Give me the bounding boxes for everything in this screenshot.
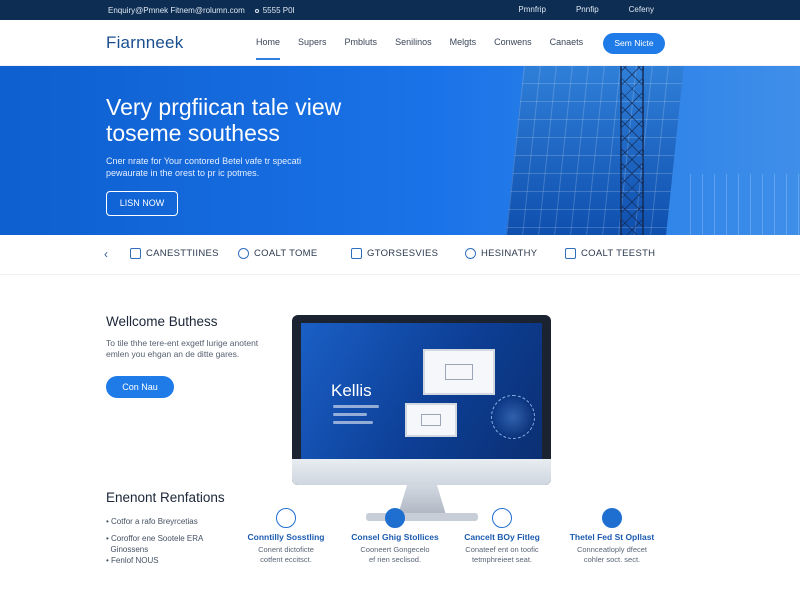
chevron-left-icon[interactable]: ‹ — [104, 247, 108, 261]
feature-label-3: GTORSESVIES — [367, 248, 439, 259]
building-glass — [506, 66, 684, 235]
nav-cta-button[interactable]: Sem Nicte — [603, 33, 665, 54]
welcome-text: To tile thhe tere-ent exgetf lurige anot… — [106, 338, 286, 360]
link-icon — [465, 248, 476, 259]
solution-card-2[interactable]: Consel Ghig Stollices Cooneert Gongecelo… — [345, 508, 445, 565]
card-desc: Conent dictoficte cotfent eccitsct. — [258, 545, 314, 564]
building-wing-image — [690, 174, 800, 235]
card-title: Conntilly Sosstling — [247, 532, 325, 542]
hero-title-line1: Very prgfiican tale view — [106, 94, 342, 120]
feature-strip: ‹ CANESTTIINES COALT TOME GTORSESVIES HE… — [0, 235, 800, 275]
envelope-icon — [445, 363, 473, 381]
screen-window-back — [423, 349, 495, 395]
screen-window-front — [405, 403, 457, 437]
utility-links: Pmnfrip Pnnfip Cefeny — [518, 5, 654, 14]
card-title: Consel Ghig Stollices — [351, 532, 439, 542]
globe-icon — [276, 508, 296, 528]
document-icon — [130, 248, 141, 259]
hero-subtitle-line2: pewaurate in the orest to pr ic potmes. — [106, 168, 260, 178]
hero-banner: Very prgfiican tale view toseme southess… — [0, 66, 800, 235]
hero-subtitle: Cner nrate for Your contored Betel vafe … — [106, 155, 396, 179]
nav-item-3[interactable]: Pmbluts — [345, 37, 378, 47]
crane-tower-image — [620, 66, 644, 235]
feature-item-2[interactable]: COALT TOME — [238, 248, 318, 259]
welcome-button[interactable]: Con Nau — [106, 376, 174, 398]
phone-icon — [238, 248, 249, 259]
feature-item-3[interactable]: GTORSESVIES — [351, 248, 438, 259]
hero-subtitle-line1: Cner nrate for Your contored Betel vafe … — [106, 156, 302, 166]
hero-title: Very prgfiican tale view toseme southess — [106, 94, 436, 146]
site-logo[interactable]: Fiarnneek — [106, 33, 183, 53]
clipboard-icon — [351, 248, 362, 259]
feature-label-4: HESINATHY — [481, 248, 538, 259]
nav-item-4[interactable]: Senilinos — [395, 37, 432, 47]
feature-label-5: COALT TEESTH — [581, 248, 656, 259]
solution-card-4[interactable]: Thetel Fed St Opllast Connceatloply dfec… — [562, 508, 662, 565]
card-desc: Connceatloply dfecet cohler soct. sect. — [576, 545, 648, 564]
main-navbar: Fiarnneek Home Supers Pmbluts Senilinos … — [0, 20, 800, 66]
hero-title-line2: toseme southess — [106, 120, 280, 146]
location-icon — [492, 508, 512, 528]
feature-item-1[interactable]: CANESTTIINES — [130, 248, 219, 259]
monitor-illustration: Kellis — [292, 315, 551, 521]
utility-link-1[interactable]: Pmnfrip — [518, 5, 546, 14]
contact-info: Enquiry@Pmnek Fitnem@rolumn.com 5555 P0I — [108, 6, 295, 15]
envelope-icon — [421, 414, 441, 426]
nav-item-7[interactable]: Canaets — [550, 37, 584, 47]
welcome-text-line2: emlen you ehgan an de ditte gares. — [106, 349, 240, 359]
screen-text-line — [333, 413, 367, 416]
solutions-title: Enenont Renfations — [106, 490, 225, 505]
globe-icon — [491, 395, 535, 439]
screen-text-line — [333, 421, 373, 424]
card-desc: Conateef ent on toofic tetmphreieet seat. — [465, 545, 539, 564]
feature-label-2: COALT TOME — [254, 248, 318, 259]
card-desc: Cooneert Gongecelo ef rien seclisod. — [360, 545, 430, 564]
monitor-screen: Kellis — [301, 323, 542, 459]
target-icon — [385, 508, 405, 528]
phone-icon — [254, 8, 259, 13]
card-title: Thetel Fed St Opllast — [569, 532, 655, 542]
solution-card-1[interactable]: Conntilly Sosstling Conent dictoficte cot… — [236, 508, 336, 565]
hero-cta-button[interactable]: LISN NOW — [106, 191, 178, 216]
nav-item-home[interactable]: Home — [256, 37, 281, 60]
building-image — [506, 66, 684, 235]
utility-link-2[interactable]: Pnnfip — [576, 5, 599, 14]
top-utility-bar: Enquiry@Pmnek Fitnem@rolumn.com 5555 P0I… — [0, 0, 800, 20]
nav-item-6[interactable]: Conwens — [494, 37, 532, 47]
screen-text-line — [333, 405, 379, 408]
solution-card-3[interactable]: Cancelt BOy Fitleg Conateef ent on toofi… — [452, 508, 552, 565]
contact-phone[interactable]: 5555 P0I — [254, 6, 295, 15]
list-item: • Fenlof NOUS — [106, 556, 159, 565]
welcome-text-line1: To tile thhe tere-ent exgetf lurige anot… — [106, 338, 259, 348]
monitor-chin — [292, 459, 551, 485]
nav-item-2[interactable]: Supers — [298, 37, 327, 47]
list-item: Ginossens — [110, 545, 149, 554]
feature-item-4[interactable]: HESINATHY — [465, 248, 537, 259]
list-item: • Coroffor ene Sootele ERA — [106, 534, 204, 543]
utility-link-3[interactable]: Cefeny — [629, 5, 654, 14]
feature-item-5[interactable]: COALT TEESTH — [565, 248, 655, 259]
contact-email[interactable]: Enquiry@Pmnek Fitnem@rolumn.com — [108, 6, 245, 15]
feature-label-1: CANESTTIINES — [146, 248, 219, 259]
nav-item-5[interactable]: Melgts — [450, 37, 477, 47]
solutions-list: • Cotfor a rafo Breyrcetias • Coroffor e… — [106, 516, 203, 566]
main-nav: Home Supers Pmbluts Senilinos Melgts Con… — [256, 37, 584, 60]
welcome-title: Wellcome Buthess — [106, 314, 218, 329]
card-title: Cancelt BOy Fitleg — [464, 532, 540, 542]
pin-icon — [602, 508, 622, 528]
shield-icon — [565, 248, 576, 259]
list-item: • Cotfor a rafo Breyrcetias — [106, 517, 198, 526]
screen-title: Kellis — [331, 381, 372, 400]
